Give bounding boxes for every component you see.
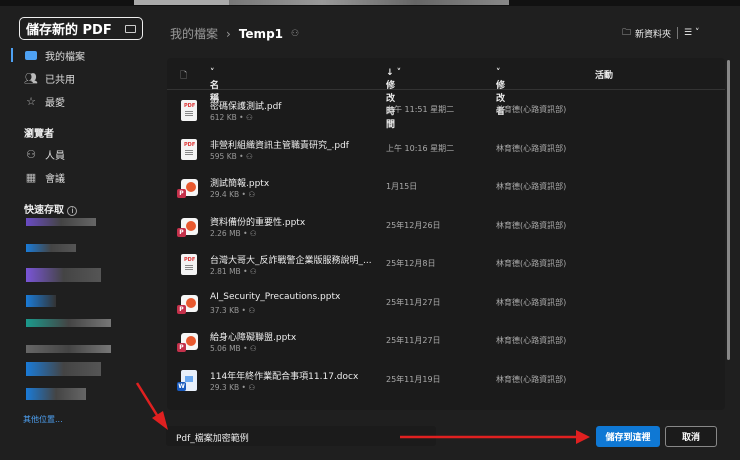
file-modified: 25年11月27日 — [386, 297, 441, 307]
folder-icon — [25, 50, 37, 60]
breadcrumb-current: Temp1 — [238, 26, 284, 41]
info-icon[interactable]: i — [67, 206, 78, 216]
pdf-file-icon: PDF — [179, 100, 199, 123]
column-activity: 活動 — [595, 71, 614, 81]
sidebar-item-my-files[interactable]: 我的檔案 — [0, 44, 160, 66]
file-size: 37.3 KB • ⚇ — [210, 305, 256, 315]
file-modified-by: 林育德(心路資訊部) — [496, 336, 567, 345]
file-name: 資料備份的重要性.pptx — [210, 217, 306, 228]
file-name: 台灣大哥大_反詐戰警企業版服務說明_... — [210, 256, 372, 266]
pptx-file-icon: P — [177, 177, 199, 200]
file-modified-by: 林育德(心路資訊部) — [496, 182, 567, 191]
browse-heading: 瀏覽者 — [24, 129, 54, 140]
file-modified: 25年11月27日 — [386, 336, 441, 345]
divider — [677, 27, 679, 39]
shared-icon: ⚇ — [291, 28, 300, 39]
docx-file-icon: W — [177, 369, 199, 393]
pptx-file-icon: P — [177, 331, 199, 354]
new-folder-button[interactable]: 🗀︎ 新資料夾 — [622, 25, 671, 41]
view-options-icon[interactable]: ☰ ˅ — [684, 28, 699, 38]
pdf-file-icon: PDF — [179, 254, 199, 277]
filename-input[interactable]: Pdf_檔案加密範例 — [166, 426, 436, 446]
file-size: 29.4 KB • ⚇ — [210, 190, 256, 199]
file-modified: 上午 10:16 星期二 — [386, 143, 455, 153]
file-modified: 25年11月19日 — [386, 374, 441, 384]
list-header: 🗋︎ 名稱 ˅ 修改時間 ↓ ˅ 修改者 ˅ 活動 — [167, 58, 725, 130]
sidebar-item-people[interactable]: ⚇ 人員 — [0, 143, 160, 165]
column-modified[interactable]: 修改時間 ↓ ˅ — [386, 68, 401, 130]
file-size: 2.81 MB • ⚇ — [210, 267, 257, 276]
shared-icon: ⚇ — [249, 267, 257, 276]
file-modified-by: 林育德(心路資訊部) — [496, 143, 567, 153]
file-size: 595 KB • ⚇ — [210, 151, 253, 161]
quick-access-heading: 快速存取 i — [24, 201, 78, 216]
file-modified-by: 林育德(心路資訊部) — [496, 297, 567, 307]
file-name: 給身心障礙聯盟.pptx — [210, 333, 297, 343]
file-row[interactable]: P 測試簡報.pptx 29.4 KB • ⚇ 1月15日 林育德(心路資訊部) — [167, 169, 725, 207]
person-icon: ⚇ — [26, 147, 36, 161]
file-modified-by: 林育德(心路資訊部) — [496, 220, 567, 230]
file-type-icon: 🗋︎ — [180, 71, 188, 81]
file-row[interactable]: P 給身心障礙聯盟.pptx 5.06 MB • ⚇ 25年11月27日 林育德… — [167, 323, 725, 361]
arrow-to-filename — [135, 382, 162, 421]
file-row[interactable]: P 資料備份的重要性.pptx 2.26 MB • ⚇ 25年12月26日 林育… — [167, 208, 725, 246]
file-list: 🗋︎ 名稱 ˅ 修改時間 ↓ ˅ 修改者 ˅ 活動 PDF 密碼保護測試.pdf… — [167, 58, 725, 410]
file-size: 2.26 MB • ⚇ — [210, 228, 257, 238]
breadcrumb: 我的檔案 › Temp1 ⚇ — [170, 25, 299, 42]
file-modified: 25年12月8日 — [386, 259, 436, 268]
scrollbar[interactable] — [727, 60, 730, 360]
file-name: 測試簡報.pptx — [210, 179, 270, 189]
file-modified: 上午 11:51 星期二 — [386, 105, 455, 114]
star-icon: ☆ — [26, 94, 36, 108]
column-name[interactable]: 名稱 ˅ — [210, 68, 219, 104]
chevron-right-icon: › — [226, 26, 231, 41]
shared-icon: ⚇ — [249, 344, 257, 353]
pdf-file-icon: PDF — [179, 138, 199, 162]
background-window-strip — [0, 0, 740, 6]
file-size: 29.3 KB • ⚇ — [210, 382, 256, 392]
column-modified-by[interactable]: 修改者 ˅ — [496, 68, 505, 117]
shared-icon: ⚇ — [248, 382, 256, 392]
shared-icon: ⚇ — [249, 228, 257, 238]
other-locations-link[interactable]: 其他位置... — [23, 414, 63, 425]
shared-icon: ⚇ — [248, 190, 256, 199]
file-row[interactable]: PDF 台灣大哥大_反詐戰警企業版服務說明_... 2.81 MB • ⚇ 25… — [167, 246, 725, 284]
file-row[interactable]: PDF 密碼保護測試.pdf 612 KB • ⚇ 上午 11:51 星期二 林… — [167, 92, 725, 130]
calendar-icon: ▦ — [25, 170, 37, 184]
file-modified: 25年12月26日 — [386, 220, 441, 230]
shared-icon: ⚇ — [245, 113, 253, 122]
collapse-pane-icon[interactable] — [125, 24, 136, 33]
sidebar-item-favorites[interactable]: ☆ 最愛 — [0, 90, 160, 112]
cancel-button[interactable]: 取消 — [665, 426, 717, 447]
sidebar-item-shared[interactable]: 👥︎ 已共用 — [0, 67, 160, 89]
file-modified: 1月15日 — [386, 182, 418, 191]
pptx-file-icon: P — [177, 293, 199, 316]
save-here-button[interactable]: 儲存到這裡 — [596, 426, 660, 447]
pptx-file-icon: P — [177, 216, 199, 239]
file-modified-by: 林育德(心路資訊部) — [496, 259, 567, 268]
sidebar-item-meetings[interactable]: ▦ 會議 — [0, 166, 160, 188]
file-name: 114年年終作業配合事項11.17.docx — [210, 371, 359, 382]
new-folder-icon: 🗀︎ — [622, 28, 632, 38]
shared-icon: ⚇ — [245, 151, 253, 161]
people-icon: 👥︎ — [24, 71, 38, 85]
file-name: 非營利組織資訊主管職責研究_.pdf — [210, 140, 349, 151]
file-row[interactable]: PDF 非營利組織資訊主管職責研究_.pdf 595 KB • ⚇ 上午 10:… — [167, 131, 725, 169]
file-modified-by: 林育德(心路資訊部) — [496, 105, 567, 114]
file-modified-by: 林育德(心路資訊部) — [496, 374, 567, 384]
file-size: 612 KB • ⚇ — [210, 113, 253, 122]
shared-icon: ⚇ — [248, 305, 256, 315]
file-name: 密碼保護測試.pdf — [210, 102, 282, 112]
file-name: AI_Security_Precautions.pptx — [210, 291, 341, 302]
breadcrumb-root[interactable]: 我的檔案 — [170, 25, 218, 42]
file-size: 5.06 MB • ⚇ — [210, 344, 257, 353]
file-row[interactable]: W 114年年終作業配合事項11.17.docx 29.3 KB • ⚇ 25年… — [167, 362, 725, 400]
dialog-title: 儲存新的 PDF — [19, 17, 143, 40]
file-row[interactable]: P AI_Security_Precautions.pptx 37.3 KB •… — [167, 285, 725, 323]
